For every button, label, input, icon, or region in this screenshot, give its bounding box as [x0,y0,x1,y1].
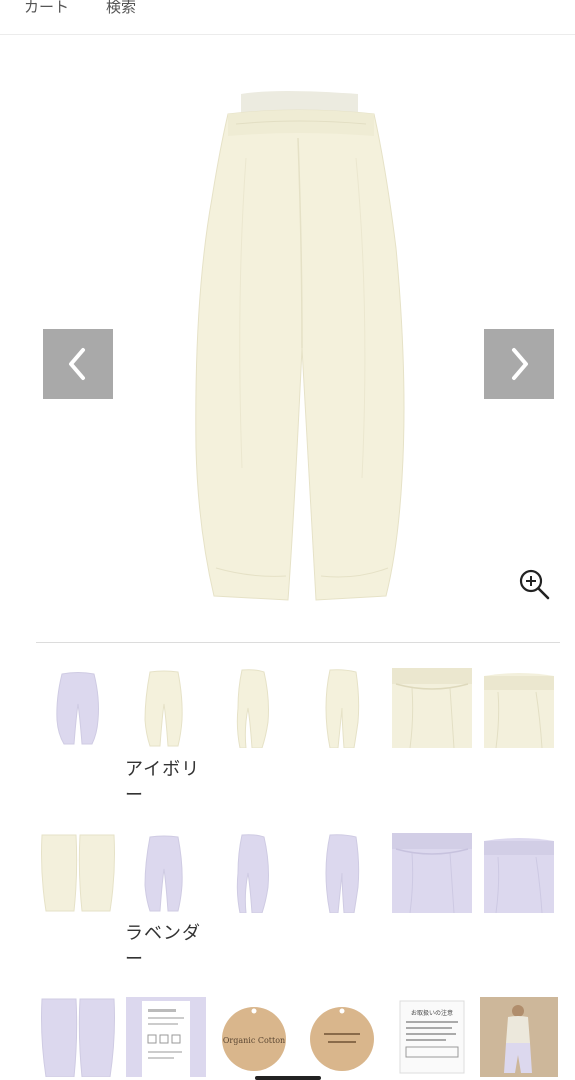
thumbnail-image[interactable] [392,833,472,913]
thumbnail-image[interactable] [40,997,116,1077]
zoom-button[interactable] [516,566,552,602]
thumbnail-image[interactable] [480,833,558,913]
care-label-title: お取扱いの注意 [411,1009,453,1017]
brand-tag-image[interactable]: Organic Cotton [216,997,292,1077]
thumbnail-image[interactable] [304,833,380,913]
thumbnail-image[interactable] [216,668,292,748]
tag-image[interactable] [304,997,380,1077]
variant-label-line: アイボリ [125,759,201,780]
thumbnail-image[interactable] [126,833,202,913]
variant-label-line: ー [125,785,144,806]
thumbnail-image[interactable] [480,668,558,748]
gallery-divider [36,642,560,643]
prev-image-button[interactable] [43,329,113,399]
care-label-image[interactable]: お取扱いの注意 [392,997,472,1077]
variant-label-ivory: アイボリ ー [125,757,200,809]
top-nav: カート 検索 [0,0,575,35]
product-page: カート 検索 アイボリ ー ラベンダ ー Organic Cotton お取扱い… [0,0,575,1080]
search-tab[interactable]: 検索 [106,0,136,17]
thumbnail-image[interactable] [392,668,472,748]
variant-label-line: ラベンダ [125,923,201,944]
variant-label-line: ー [125,949,144,970]
brand-tag-text: Organic Cotton [223,1036,285,1045]
next-image-button[interactable] [484,329,554,399]
thumbnail-image[interactable] [126,668,202,748]
thumbnail-image[interactable] [40,668,116,748]
cart-tab[interactable]: カート [24,0,69,17]
thumbnail-image[interactable] [304,668,380,748]
thumbnail-image[interactable] [216,833,292,913]
model-photo[interactable] [480,997,558,1077]
zoom-in-icon [519,569,550,600]
thumbnail-image[interactable] [126,997,206,1077]
home-indicator [255,1076,321,1080]
main-product-image [36,48,560,628]
thumbnail-image[interactable] [40,833,116,913]
variant-label-lavender: ラベンダ ー [125,921,201,973]
chevron-left-icon [69,348,85,380]
chevron-right-icon [512,348,528,380]
